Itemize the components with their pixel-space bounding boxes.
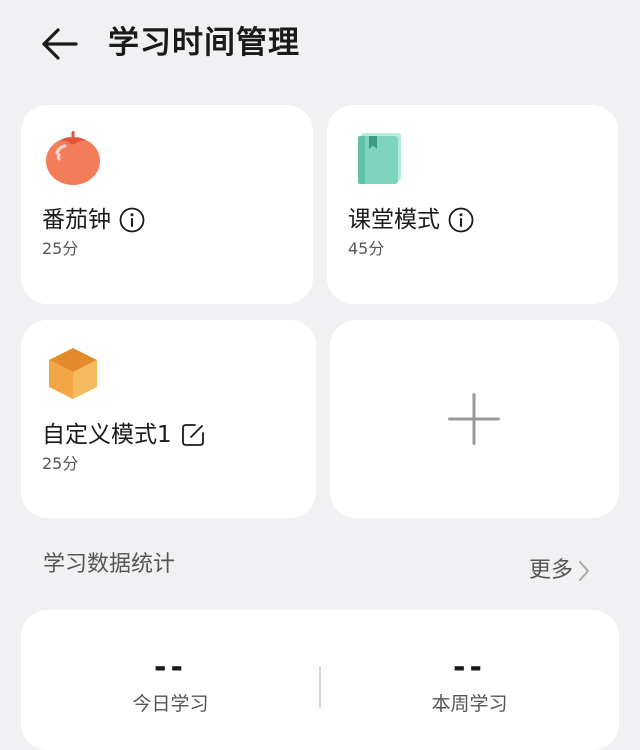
mode-duration: 45分 xyxy=(348,239,385,258)
stat-label: 今日学习 xyxy=(132,693,209,715)
stat-value: -- xyxy=(453,650,486,685)
stat-label: 本周学习 xyxy=(431,693,508,715)
mode-title-row: 自定义模式1 xyxy=(42,418,206,452)
tomato-icon xyxy=(46,131,100,185)
more-link[interactable]: 更多 xyxy=(529,555,591,587)
stats-section-title: 学习数据统计 xyxy=(43,552,176,577)
mode-title-row: 番茄钟 xyxy=(42,203,145,237)
plus-icon xyxy=(448,393,500,445)
arrow-left-icon xyxy=(42,28,78,60)
mode-title-row: 课堂模式 xyxy=(348,203,474,237)
stat-today: -- 今日学习 xyxy=(21,610,320,750)
mode-duration: 25分 xyxy=(42,454,79,473)
chevron-right-icon xyxy=(579,561,590,581)
box-icon xyxy=(49,348,97,399)
add-mode-button[interactable] xyxy=(330,320,619,518)
more-label: 更多 xyxy=(529,558,574,583)
mode-title: 番茄钟 xyxy=(42,207,111,233)
mode-duration: 25分 xyxy=(42,239,79,258)
header: 学习时间管理 xyxy=(0,0,640,90)
info-icon[interactable] xyxy=(448,207,474,233)
back-button[interactable] xyxy=(38,26,82,62)
stat-value: -- xyxy=(154,650,187,685)
stat-week: -- 本周学习 xyxy=(320,610,619,750)
mode-card-custom[interactable]: 自定义模式1 25分 xyxy=(21,320,316,518)
mode-title: 课堂模式 xyxy=(348,207,440,233)
info-icon[interactable] xyxy=(119,207,145,233)
stats-card: -- 今日学习 -- 本周学习 xyxy=(21,610,619,750)
mode-title: 自定义模式1 xyxy=(42,422,172,448)
mode-card-classroom[interactable]: 课堂模式 45分 xyxy=(327,105,618,304)
page-title: 学习时间管理 xyxy=(108,25,300,61)
mode-card-tomato[interactable]: 番茄钟 25分 xyxy=(21,105,313,304)
book-icon xyxy=(358,133,401,184)
edit-icon[interactable] xyxy=(180,422,206,448)
